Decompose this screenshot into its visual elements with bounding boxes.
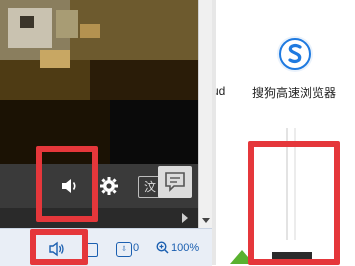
scroll-down-arrow-icon[interactable] <box>202 218 210 223</box>
comment-button[interactable] <box>158 166 192 198</box>
panel-divider <box>212 0 216 265</box>
downloads-count: 0 <box>133 242 140 254</box>
comment-icon <box>165 172 185 192</box>
annotation-box-status-volume <box>30 229 88 265</box>
zoom-level[interactable]: 100% <box>171 242 199 254</box>
annotation-box-right-slider <box>248 141 340 265</box>
zoom-icon[interactable] <box>156 241 169 254</box>
browser-name-label[interactable]: 搜狗高速浏览器 <box>252 84 336 101</box>
horizontal-scrollbar[interactable] <box>0 208 212 228</box>
scroll-right-arrow-icon[interactable] <box>182 213 188 223</box>
gear-icon[interactable] <box>99 176 119 196</box>
vertical-scrollbar[interactable] <box>198 0 212 228</box>
sogou-logo-icon[interactable] <box>277 36 313 72</box>
annotation-box-player-volume <box>36 146 98 222</box>
video-frame[interactable] <box>0 0 200 164</box>
download-icon[interactable]: ⇩ <box>116 242 132 257</box>
